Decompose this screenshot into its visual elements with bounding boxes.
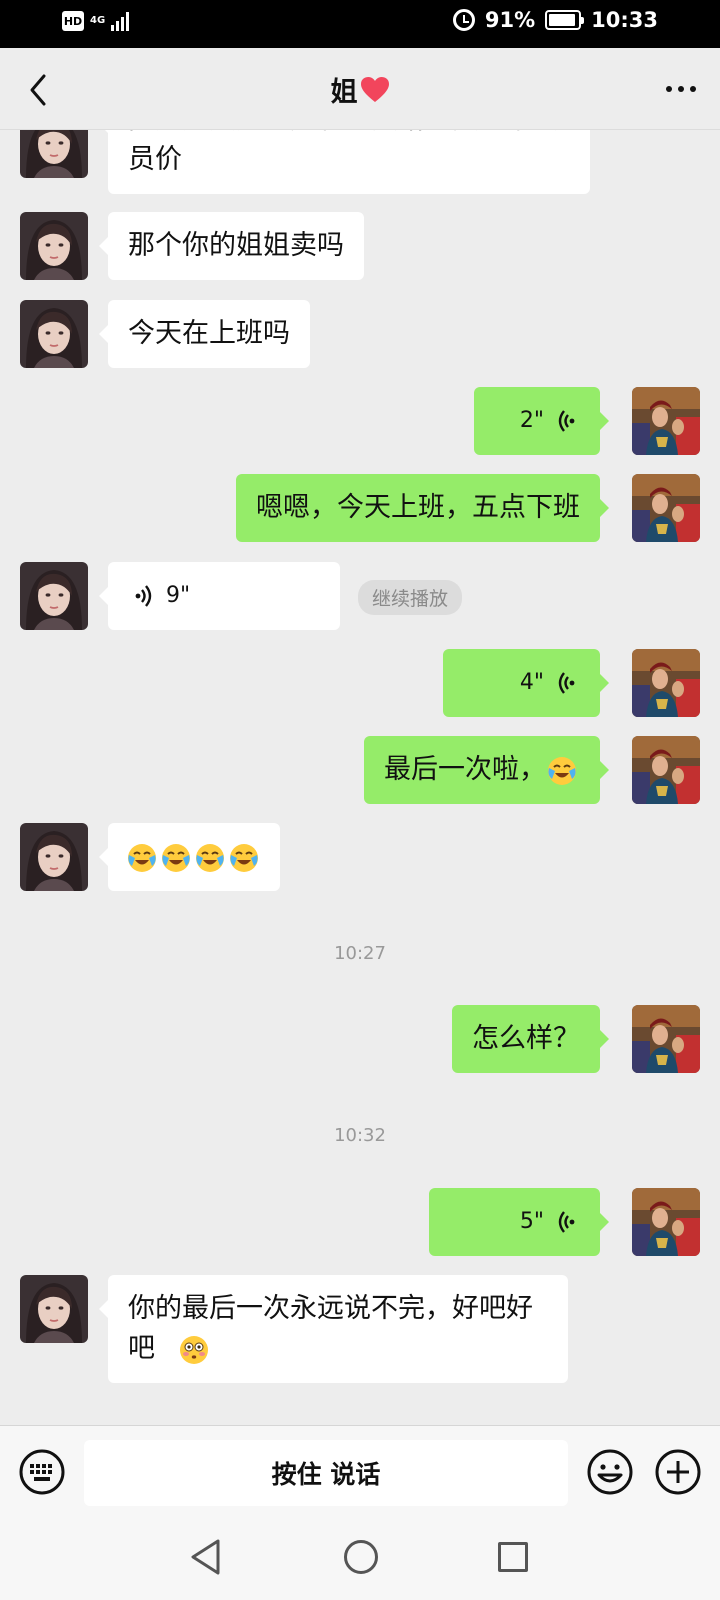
contact-avatar[interactable] <box>20 130 88 178</box>
contact-avatar[interactable] <box>20 823 88 891</box>
timestamp: 10:32 <box>334 1125 386 1146</box>
voice-duration: 5" <box>519 1209 544 1234</box>
contact-avatar[interactable] <box>20 300 88 368</box>
plus-icon[interactable] <box>654 1448 702 1496</box>
my-avatar[interactable] <box>632 387 700 455</box>
system-nav-bar <box>0 1520 720 1600</box>
keyboard-icon[interactable] <box>18 1448 66 1496</box>
flushed-emoji-icon <box>178 1334 210 1366</box>
more-dots-icon[interactable] <box>666 86 696 92</box>
nav-home-icon[interactable] <box>344 1540 378 1574</box>
status-left: HD 4G <box>62 11 130 31</box>
contact-avatar[interactable] <box>20 562 88 630</box>
voice-wave-icon <box>554 1209 576 1235</box>
crying-laughing-emoji-icon <box>546 755 578 787</box>
voice-message[interactable]: 9" <box>99 562 340 630</box>
crying-laughing-emoji-icon <box>228 842 260 874</box>
voice-wave-icon <box>134 583 156 609</box>
emoji-message[interactable] <box>99 823 280 891</box>
crying-laughing-emoji-icon <box>194 842 226 874</box>
heart-icon <box>360 76 389 102</box>
chat-messages[interactable]: 问题是大姐我还有进货给钱卖的话会员价 那个你的姐姐卖吗 今天在上班吗 2" 嗯嗯… <box>0 130 720 1425</box>
voice-message[interactable]: 5" <box>429 1188 609 1256</box>
status-time: 10:33 <box>591 8 658 32</box>
signal-icon <box>111 11 130 31</box>
my-avatar[interactable] <box>632 736 700 804</box>
voice-wave-icon <box>554 408 576 434</box>
message-bubble[interactable]: 那个你的姐姐卖吗 <box>99 212 364 280</box>
continue-play-button[interactable]: 继续播放 <box>358 580 463 615</box>
status-bar: HD 4G 91% 10:33 <box>0 0 720 48</box>
message-text: 最后一次啦， <box>384 754 546 785</box>
chat-header: 姐 <box>0 48 720 130</box>
message-bubble[interactable]: 今天在上班吗 <box>99 300 310 368</box>
voice-duration: 4" <box>519 670 544 695</box>
chat-title: 姐 <box>0 70 720 109</box>
crying-laughing-emoji-icon <box>160 842 192 874</box>
contact-avatar[interactable] <box>20 1275 88 1343</box>
alarm-icon <box>452 9 475 31</box>
status-right: 91% 10:33 <box>452 8 658 32</box>
contact-avatar[interactable] <box>20 212 88 280</box>
my-avatar[interactable] <box>632 649 700 717</box>
message-bubble[interactable]: 问题是大姐我还有进货给钱卖的话会员价 <box>99 130 590 194</box>
nav-back-icon[interactable] <box>188 1538 224 1576</box>
hd-badge: HD <box>62 11 84 31</box>
battery-percent: 91% <box>484 8 536 32</box>
network-type: 4G <box>90 15 106 26</box>
voice-duration: 9" <box>166 583 191 608</box>
my-avatar[interactable] <box>632 1188 700 1256</box>
timestamp: 10:27 <box>334 943 386 964</box>
battery-icon <box>545 10 585 30</box>
voice-message[interactable]: 4" <box>443 649 609 717</box>
message-bubble[interactable]: 最后一次啦， <box>364 736 609 804</box>
my-avatar[interactable] <box>632 474 700 542</box>
battery-level <box>549 14 575 26</box>
input-bar: 按住 说话 <box>0 1425 720 1520</box>
voice-wave-icon <box>554 670 576 696</box>
voice-duration: 2" <box>519 408 544 433</box>
hold-to-talk-button[interactable]: 按住 说话 <box>84 1440 568 1506</box>
smiley-icon[interactable] <box>586 1448 634 1496</box>
nav-recent-icon[interactable] <box>498 1542 528 1572</box>
message-bubble[interactable]: 你的最后一次永远说不完，好吧好吧 <box>99 1275 568 1383</box>
crying-laughing-emoji-icon <box>126 842 158 874</box>
message-bubble[interactable]: 嗯嗯，今天上班，五点下班 <box>236 474 609 542</box>
message-bubble[interactable]: 怎么样？ <box>452 1005 609 1073</box>
my-avatar[interactable] <box>632 1005 700 1073</box>
voice-message[interactable]: 2" <box>474 387 609 455</box>
contact-name: 姐 <box>330 77 358 108</box>
